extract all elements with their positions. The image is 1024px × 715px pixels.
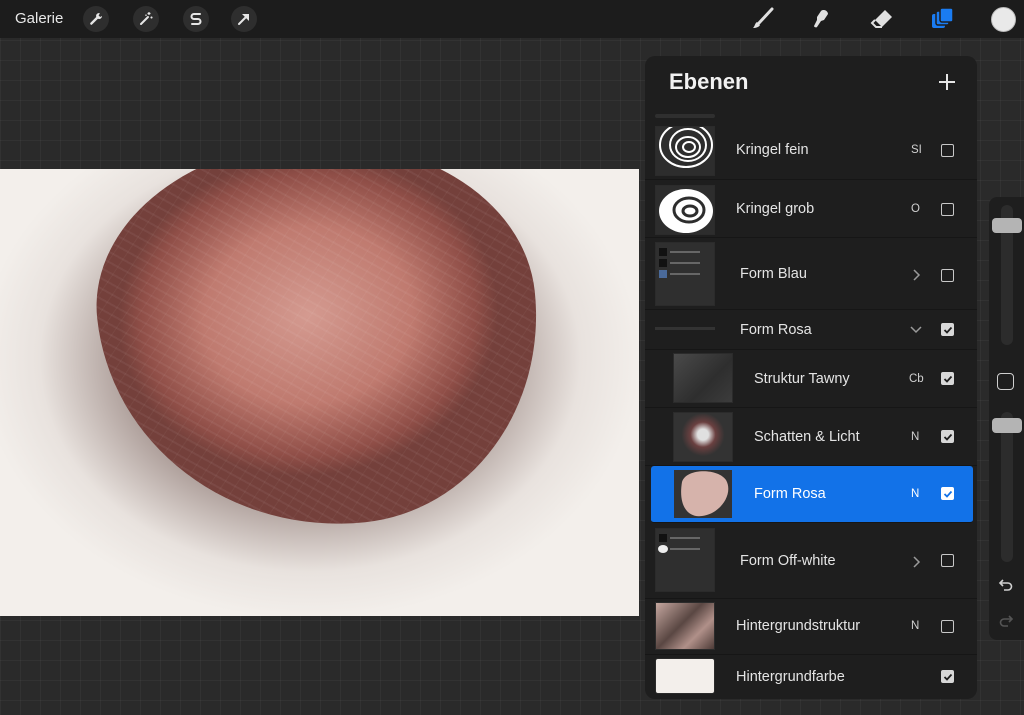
layer-visibility-checkbox[interactable]	[941, 203, 954, 216]
layer-visibility-checkbox[interactable]	[941, 430, 954, 443]
blend-mode-label[interactable]: SI	[911, 144, 922, 156]
brush-sliders-sidebar	[989, 197, 1024, 640]
layer-thumbnail	[655, 602, 715, 650]
layer-row-form-rosa-selected[interactable]: Form Rosa N	[651, 466, 973, 523]
blend-mode-label[interactable]: N	[911, 488, 919, 500]
chevron-down-icon[interactable]	[909, 322, 923, 336]
layer-visibility-checkbox[interactable]	[941, 670, 954, 683]
layer-visibility-checkbox[interactable]	[941, 144, 954, 157]
transform-arrow-icon[interactable]	[231, 6, 257, 32]
layer-row-schatten-licht[interactable]: Schatten & Licht N	[645, 408, 977, 466]
gallery-button[interactable]: Galerie	[15, 10, 63, 27]
magic-wand-icon[interactable]	[133, 6, 159, 32]
layer-group-form-off-white[interactable]: Form Off-white	[645, 523, 977, 599]
blob-texture	[81, 169, 557, 548]
layer-row-struktur-tawny[interactable]: Struktur Tawny Cb	[645, 350, 977, 408]
layer-row-hintergrundfarbe[interactable]: Hintergrundfarbe	[645, 655, 977, 699]
selection-s-icon[interactable]	[183, 6, 209, 32]
group-visibility-checkbox[interactable]	[941, 323, 954, 336]
background-color-thumbnail[interactable]	[655, 658, 715, 694]
group-name: Form Off-white	[740, 553, 836, 569]
layer-name: Kringel grob	[736, 201, 815, 217]
layer-visibility-checkbox[interactable]	[941, 372, 954, 385]
layer-name: Hintergrundfarbe	[736, 669, 845, 685]
layer-thumbnail	[673, 353, 733, 403]
layer-visibility-checkbox[interactable]	[941, 620, 954, 633]
group-name: Form Rosa	[740, 322, 812, 338]
layers-icon[interactable]	[928, 6, 956, 32]
layer-name: Form Rosa	[754, 486, 826, 502]
layer-name: Kringel fein	[736, 142, 809, 158]
opacity-slider[interactable]	[1001, 412, 1013, 562]
layer-thumbnail	[655, 185, 715, 235]
smudge-icon[interactable]	[808, 6, 836, 32]
chevron-right-icon[interactable]	[909, 268, 923, 282]
group-visibility-checkbox[interactable]	[941, 269, 954, 282]
top-toolbar: Galerie	[0, 0, 1024, 38]
layer-row-kringel-grob[interactable]: Kringel grob O	[645, 180, 977, 238]
layer-group-form-rosa[interactable]: Form Rosa	[645, 310, 977, 350]
layer-name: Hintergrundstruktur	[736, 618, 861, 634]
group-collapsed-thumbnail	[655, 327, 715, 330]
brush-size-slider-thumb[interactable]	[992, 218, 1022, 233]
chevron-right-icon[interactable]	[909, 555, 923, 569]
layers-panel-title: Ebenen	[669, 69, 749, 94]
layer-thumbnail	[673, 469, 733, 519]
layer-thumbnail	[673, 412, 733, 462]
group-thumbnail	[655, 242, 715, 306]
layer-group-form-blau[interactable]: Form Blau	[645, 238, 977, 310]
brush-icon[interactable]	[749, 6, 777, 32]
group-visibility-checkbox[interactable]	[941, 554, 954, 567]
layer-row-hintergrundstruktur[interactable]: Hintergrundstruktur N	[645, 599, 977, 655]
opacity-slider-thumb[interactable]	[992, 418, 1022, 433]
layer-name: Struktur Tawny	[754, 371, 850, 387]
partial-layer-above	[655, 114, 715, 118]
layers-panel: Ebenen Kringel fein SI Kringel grob O Fo…	[645, 56, 977, 699]
layer-row-kringel-fein[interactable]: Kringel fein SI	[645, 120, 977, 180]
plus-icon[interactable]	[935, 70, 959, 94]
redo-icon[interactable]	[998, 613, 1014, 634]
square-modify-icon[interactable]	[997, 373, 1014, 390]
group-thumbnail	[655, 528, 715, 592]
blend-mode-label[interactable]: N	[911, 431, 919, 443]
color-picker-swatch[interactable]	[991, 7, 1016, 32]
blend-mode-label[interactable]: N	[911, 620, 919, 632]
layer-thumbnail	[655, 122, 715, 176]
artwork-canvas[interactable]	[0, 169, 639, 616]
undo-icon[interactable]	[998, 577, 1014, 598]
layer-visibility-checkbox[interactable]	[941, 487, 954, 500]
blend-mode-label[interactable]: Cb	[909, 373, 924, 385]
eraser-icon[interactable]	[868, 6, 896, 32]
wrench-icon[interactable]	[83, 6, 109, 32]
group-name: Form Blau	[740, 266, 807, 282]
blend-mode-label[interactable]: O	[911, 203, 920, 215]
layers-panel-header: Ebenen	[645, 56, 977, 110]
layer-name: Schatten & Licht	[754, 429, 860, 445]
